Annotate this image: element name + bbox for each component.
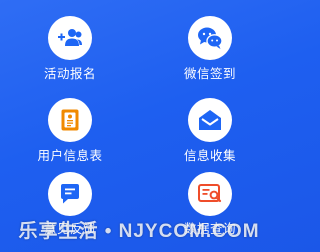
tile-label: 数据查询 — [183, 221, 236, 236]
tile-label: 活动报名 — [43, 66, 96, 81]
tile-label: 信息收集 — [183, 148, 236, 163]
tile-data-query[interactable]: 数据查询 — [155, 172, 265, 242]
wechat-icon — [198, 27, 223, 49]
tile-user-info-form[interactable]: 用户信息表 — [15, 96, 125, 166]
menu-grid: 活动报名 微信签到 用户信息表 信息收集 意见反馈 数据查询 — [0, 0, 278, 252]
search-card-icon — [198, 184, 222, 203]
tile-activity-signup[interactable]: 活动报名 — [15, 10, 125, 81]
tile-feedback[interactable]: 意见反馈 — [15, 172, 125, 242]
document-icon — [61, 109, 79, 131]
group-add-icon — [58, 29, 82, 46]
icon-circle — [188, 172, 232, 216]
icon-circle — [188, 98, 232, 142]
icon-circle — [48, 172, 92, 216]
tile-label: 意见反馈 — [43, 221, 96, 236]
icon-circle — [48, 98, 92, 142]
envelope-icon — [199, 110, 221, 130]
tile-wechat-checkin[interactable]: 微信签到 — [155, 10, 265, 81]
tile-label: 微信签到 — [183, 66, 236, 81]
tile-label: 用户信息表 — [37, 148, 103, 163]
icon-circle — [188, 16, 232, 60]
chat-bubble-icon — [61, 184, 79, 204]
tile-info-collection[interactable]: 信息收集 — [155, 96, 265, 166]
icon-circle — [48, 16, 92, 60]
